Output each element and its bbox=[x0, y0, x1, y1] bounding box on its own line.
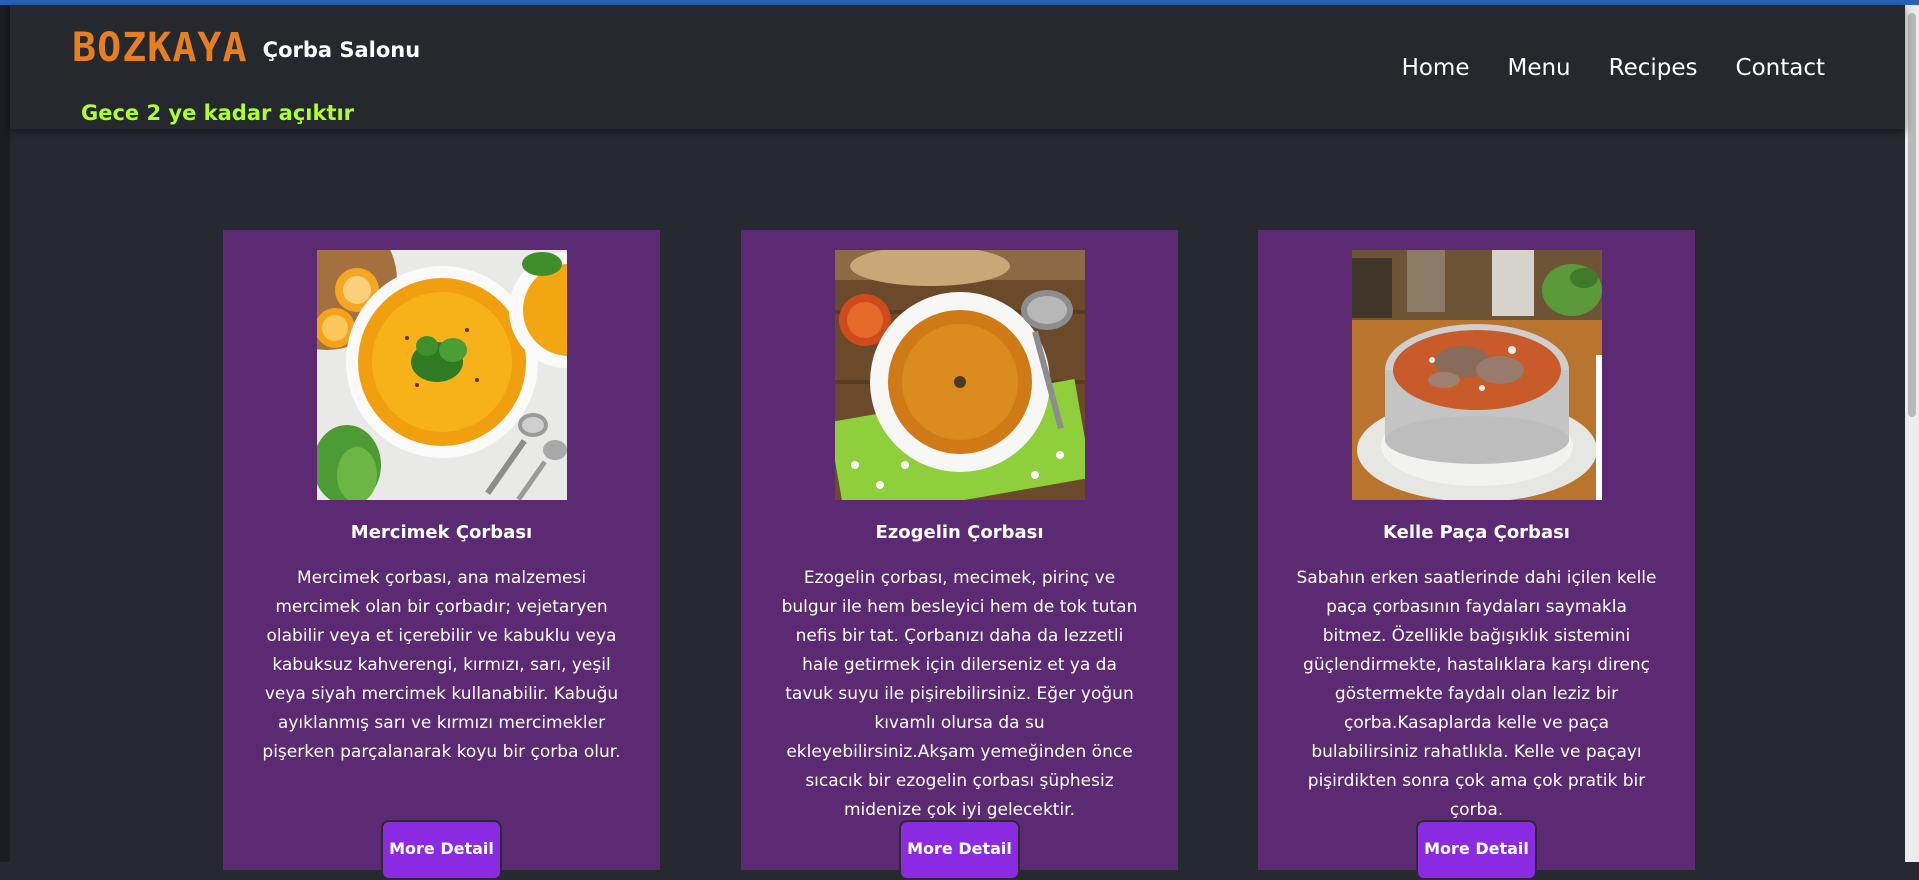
more-detail-button-mercimek[interactable]: More Detail bbox=[381, 820, 502, 880]
main-nav: Home Menu Recipes Contact bbox=[1402, 55, 1825, 81]
opening-hours-note: Gece 2 ye kadar açıktır bbox=[81, 101, 355, 125]
soup-card-mercimek: Mercimek Çorbası Mercimek çorbası, ana m… bbox=[223, 230, 660, 880]
brand-logo[interactable]: BOZKAYA Çorba Salonu bbox=[72, 25, 420, 71]
page-scrollbar[interactable] bbox=[1905, 5, 1919, 862]
soup-description-ezogelin: Ezogelin çorbası, mecimek, pirinç ve bul… bbox=[781, 568, 1138, 820]
soup-image-ezogelin bbox=[835, 250, 1085, 500]
brand-name: BOZKAYA bbox=[72, 25, 248, 71]
brand-subtitle: Çorba Salonu bbox=[262, 38, 421, 62]
soup-title-mercimek: Mercimek Çorbası bbox=[350, 522, 533, 543]
scrollbar-thumb[interactable] bbox=[1908, 13, 1916, 417]
nav-link-menu[interactable]: Menu bbox=[1507, 55, 1570, 81]
window-left-edge bbox=[0, 5, 10, 862]
soup-title-kelle-paca: Kelle Paça Çorbası bbox=[1383, 522, 1570, 543]
site-header: BOZKAYA Çorba Salonu Gece 2 ye kadar açı… bbox=[10, 5, 1905, 129]
soup-description-mercimek: Mercimek çorbası, ana malzemesi mercimek… bbox=[262, 568, 621, 762]
soup-card-ezogelin: Ezogelin Çorbası Ezogelin çorbası, mecim… bbox=[741, 230, 1178, 880]
nav-link-contact[interactable]: Contact bbox=[1736, 55, 1825, 81]
soup-card-kelle-paca: Kelle Paça Çorbası Sabahın erken saatler… bbox=[1258, 230, 1695, 880]
more-detail-button-kelle-paca[interactable]: More Detail bbox=[1416, 820, 1537, 880]
more-detail-button-ezogelin[interactable]: More Detail bbox=[899, 820, 1020, 880]
soup-image-mercimek bbox=[317, 250, 567, 500]
soup-title-ezogelin: Ezogelin Çorbası bbox=[875, 522, 1044, 543]
soup-image-kelle-paca bbox=[1352, 250, 1602, 500]
nav-link-home[interactable]: Home bbox=[1402, 55, 1470, 81]
nav-link-recipes[interactable]: Recipes bbox=[1609, 55, 1698, 81]
soup-description-kelle-paca: Sabahın erken saatlerinde dahi içilen ke… bbox=[1296, 568, 1657, 820]
